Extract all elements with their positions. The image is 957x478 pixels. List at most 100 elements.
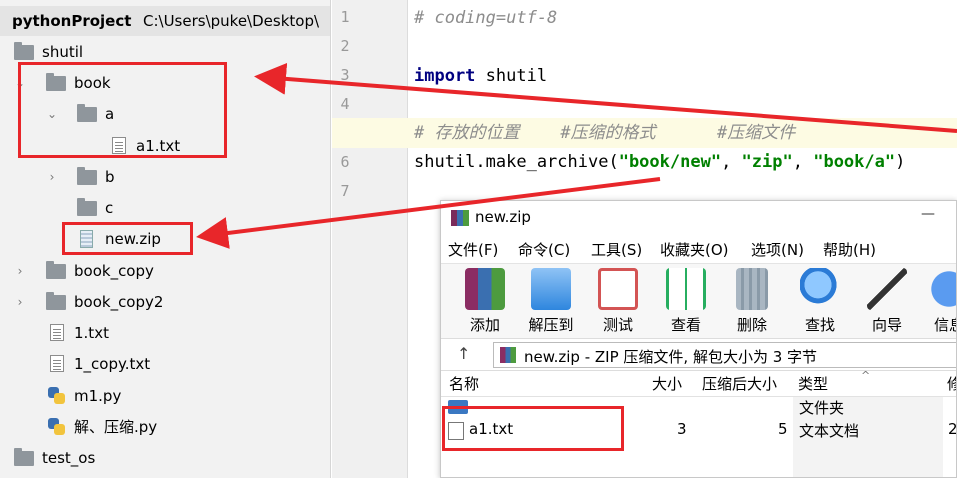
text-file-icon	[50, 324, 64, 341]
address-field[interactable]: new.zip - ZIP 压缩文件, 解包大小为 3 字节	[493, 342, 956, 368]
view-book-icon	[666, 268, 706, 310]
tree-item-label: 1_copy.txt	[74, 355, 151, 373]
tree-item-label: test_os	[42, 449, 96, 467]
menu-help[interactable]: 帮助(H)	[823, 239, 876, 260]
python-file-icon	[48, 387, 65, 404]
list-header: 名称 大小 压缩后大小 类型 ^ 修	[441, 369, 956, 397]
folder-icon	[46, 292, 66, 310]
window-title: new.zip	[475, 208, 531, 226]
highlight-box-a1-txt	[442, 406, 624, 451]
tree-item-c[interactable]: c	[0, 193, 330, 223]
delete-trash-icon	[736, 268, 768, 310]
string-literal: "book/a"	[813, 152, 896, 172]
tree-item-label: b	[105, 168, 115, 186]
tool-test-button[interactable]: 测试	[588, 268, 648, 335]
tool-label: 解压到	[528, 316, 574, 334]
tool-wizard-button[interactable]: 向导	[857, 268, 917, 335]
tree-item-jie-yasuo-py[interactable]: 解、压缩.py	[0, 412, 330, 442]
tree-item-label: book_copy	[74, 262, 154, 280]
code-text: shutil	[475, 66, 548, 86]
column-size[interactable]: 大小	[652, 373, 682, 394]
code-line-5[interactable]: # 存放的位置 #压缩的格式 #压缩文件	[414, 118, 795, 148]
folder-icon	[14, 42, 34, 60]
tool-info-button[interactable]: 信息	[919, 268, 956, 335]
extract-folder-icon	[531, 268, 571, 310]
tree-item-m1-py[interactable]: m1.py	[0, 381, 330, 411]
project-name: pythonProject	[12, 12, 132, 30]
tree-item-label: c	[105, 199, 114, 217]
menu-bar: 文件(F) 命令(C) 工具(S) 收藏夹(O) 选项(N) 帮助(H)	[441, 235, 956, 263]
tree-item-book-copy2[interactable]: › book_copy2	[0, 287, 330, 317]
tree-item-b[interactable]: › b	[0, 162, 330, 192]
folder-icon	[46, 261, 66, 279]
tool-add-button[interactable]: 添加	[455, 268, 515, 335]
code-line-6[interactable]: shutil.make_archive("book/new", "zip", "…	[414, 147, 905, 177]
cell-type: 文本文档	[799, 422, 860, 440]
code-line-1[interactable]: # coding=utf-8	[414, 3, 557, 33]
code-text: )	[895, 152, 906, 172]
add-icon	[465, 268, 505, 310]
highlight-box-new-zip	[62, 222, 193, 255]
tree-item-label: book_copy2	[74, 293, 164, 311]
find-magnifier-icon	[800, 268, 840, 310]
tree-item-label: 1.txt	[74, 324, 109, 342]
cell-packed-size: 5	[778, 420, 788, 438]
project-path: C:\Users\puke\Desktop\	[143, 12, 320, 30]
tool-label: 测试	[602, 316, 633, 334]
chevron-right-icon[interactable]: ›	[14, 287, 26, 317]
folder-icon	[77, 167, 97, 185]
tool-label: 查找	[804, 316, 835, 334]
chevron-right-icon[interactable]: ›	[14, 256, 26, 286]
menu-tools[interactable]: 工具(S)	[591, 239, 642, 260]
column-name[interactable]: 名称	[449, 373, 479, 394]
column-packed-size[interactable]: 压缩后大小	[702, 373, 777, 394]
tool-label: 信息	[933, 316, 956, 334]
menu-favorites[interactable]: 收藏夹(O)	[660, 239, 729, 260]
tree-item-1-copy-txt[interactable]: 1_copy.txt	[0, 349, 330, 379]
line-gutter: 1 2 3 4 5 6 7	[332, 0, 408, 478]
menu-file[interactable]: 文件(F)	[448, 239, 498, 260]
tree-item-test-os[interactable]: test_os	[0, 443, 330, 473]
line-number: 7	[340, 182, 350, 200]
cell-type: 文件夹	[799, 399, 845, 417]
archive-icon	[500, 347, 516, 363]
menu-command[interactable]: 命令(C)	[518, 239, 570, 260]
test-clipboard-icon	[598, 268, 638, 310]
tree-item-1-txt[interactable]: 1.txt	[0, 318, 330, 348]
address-text: new.zip - ZIP 压缩文件, 解包大小为 3 字节	[524, 348, 818, 366]
tool-view-button[interactable]: 查看	[656, 268, 716, 335]
folder-icon	[14, 448, 34, 466]
toolbar: 添加 解压到 测试 查看 删除 查找 向导 信息	[441, 263, 956, 339]
tree-item-book-copy[interactable]: › book_copy	[0, 256, 330, 286]
up-arrow-icon[interactable]: ↑	[457, 344, 470, 363]
tool-label: 删除	[736, 316, 767, 334]
line-number: 3	[340, 66, 350, 84]
code-text: shutil.make_archive(	[414, 152, 619, 172]
text-file-icon	[50, 355, 64, 372]
menu-options[interactable]: 选项(N)	[751, 239, 804, 260]
chevron-right-icon[interactable]: ›	[46, 162, 58, 192]
sort-caret-icon: ^	[861, 369, 871, 382]
tool-label: 向导	[871, 316, 902, 334]
tool-find-button[interactable]: 查找	[790, 268, 850, 335]
title-bar[interactable]: new.zip —	[441, 201, 956, 235]
code-line-3[interactable]: import shutil	[414, 61, 547, 91]
line-number: 1	[340, 8, 350, 26]
highlight-box-book-folder	[18, 62, 227, 158]
string-literal: "book/new"	[618, 152, 722, 172]
tree-item-label: 解、压缩.py	[74, 418, 158, 436]
tree-root-row[interactable]: pythonProject C:\Users\puke\Desktop\	[0, 6, 330, 36]
column-modified[interactable]: 修	[947, 373, 956, 394]
winrar-logo-icon	[451, 210, 469, 226]
tool-extract-button[interactable]: 解压到	[521, 268, 581, 335]
folder-icon	[77, 198, 97, 216]
code-text: ,	[721, 152, 742, 172]
info-icon	[929, 268, 956, 310]
column-type[interactable]: 类型	[798, 373, 828, 394]
tree-item-label: m1.py	[74, 387, 122, 405]
code-text: ,	[792, 152, 814, 172]
tool-delete-button[interactable]: 删除	[722, 268, 782, 335]
minimize-button[interactable]: —	[921, 206, 935, 222]
cell-modified: 2	[948, 420, 957, 438]
tool-label: 查看	[670, 316, 701, 334]
